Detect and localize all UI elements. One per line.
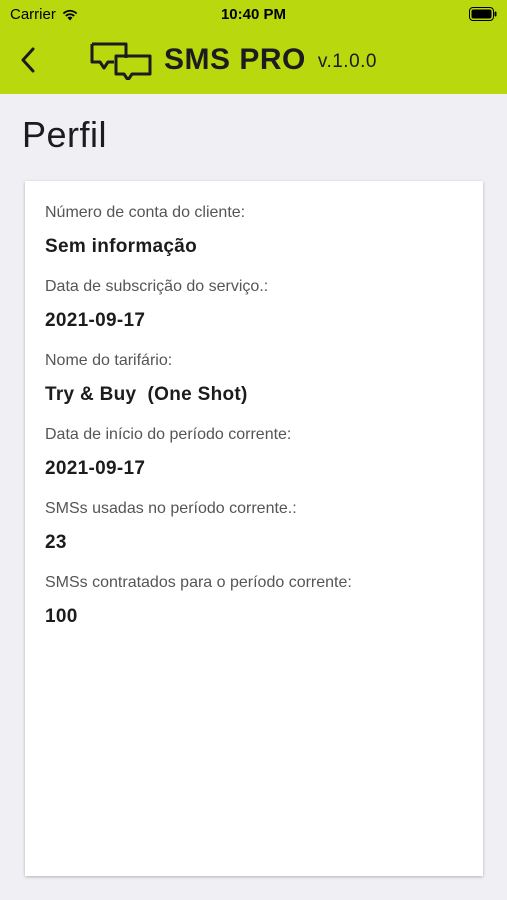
- chevron-left-icon: [21, 47, 35, 73]
- app-name: SMS PRO: [164, 43, 306, 76]
- field-label: Data de subscrição do serviço.:: [45, 278, 269, 295]
- field-period-start-date: Data de início do período corrente: 2021…: [45, 425, 463, 481]
- app-version: v.1.0.0: [317, 51, 377, 72]
- field-label: Nome do tarifário:: [45, 352, 173, 369]
- field-label: SMSs usadas no período corrente.:: [45, 500, 297, 517]
- field-value: Sem informação: [45, 236, 198, 257]
- field-subscription-date: Data de subscrição do serviço.: 2021-09-…: [45, 277, 463, 333]
- app-brand: SMS PRO v.1.0.0: [88, 38, 377, 82]
- app-header: Carrier 10:40 PM SMS PRO v.1.0.0: [0, 0, 507, 94]
- field-value: 2021-09-17: [45, 458, 146, 479]
- field-value: 100: [45, 606, 78, 627]
- field-label: Número de conta do cliente:: [45, 204, 246, 221]
- field-sms-contracted: SMSs contratados para o período corrente…: [45, 573, 463, 629]
- status-time: 10:40 PM: [220, 6, 287, 23]
- back-button[interactable]: [10, 42, 46, 78]
- field-value: 2021-09-17: [45, 310, 146, 331]
- field-account-number: Número de conta do cliente: Sem informaç…: [45, 203, 463, 259]
- navigation-bar: SMS PRO v.1.0.0: [0, 30, 507, 94]
- field-tariff-name: Nome do tarifário: Try & Buy (One Shot): [45, 351, 463, 407]
- profile-card: Número de conta do cliente: Sem informaç…: [25, 181, 483, 876]
- chat-bubbles-icon: [90, 42, 152, 80]
- status-bar: Carrier 10:40 PM: [0, 0, 507, 30]
- field-sms-used: SMSs usadas no período corrente.: 23: [45, 499, 463, 555]
- field-label: SMSs contratados para o período corrente…: [45, 574, 352, 591]
- field-value: 23: [45, 532, 67, 553]
- battery-icon: [469, 7, 497, 21]
- page-title: Perfil: [22, 114, 108, 155]
- field-label: Data de início do período corrente:: [45, 426, 292, 443]
- field-value: Try & Buy (One Shot): [45, 384, 248, 405]
